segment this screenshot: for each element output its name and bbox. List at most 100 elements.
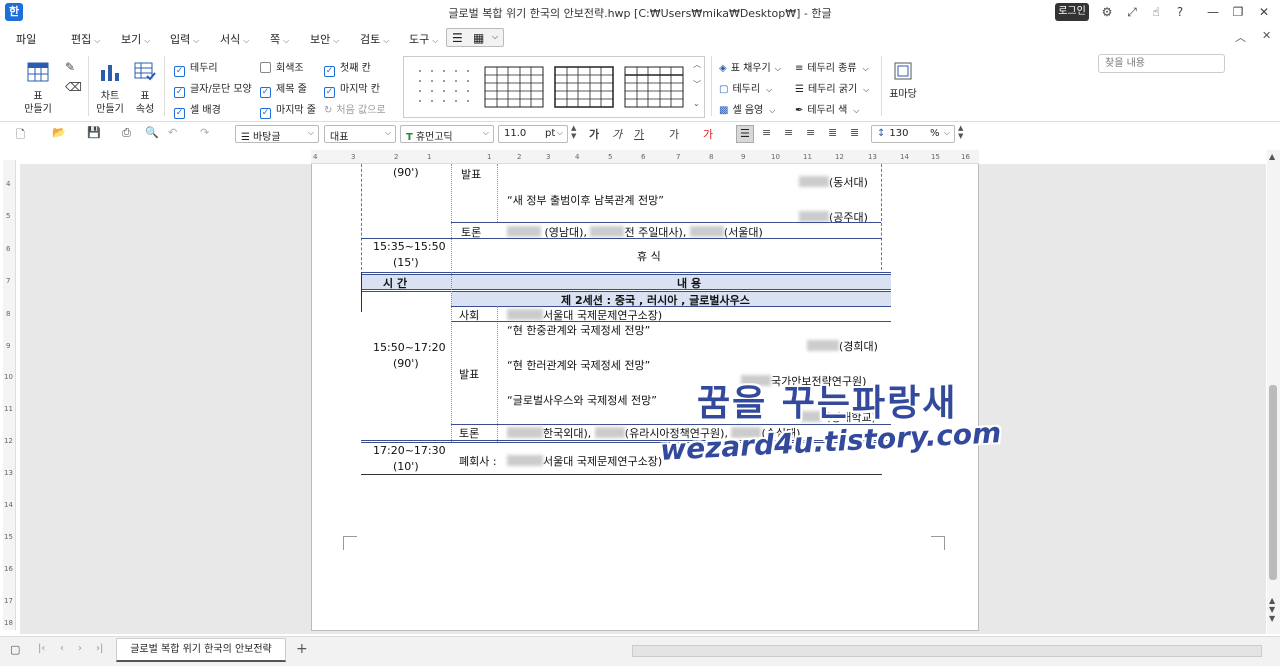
hangul-app-icon: 한: [5, 3, 23, 21]
vertical-ruler[interactable]: 4 5 6 7 8 9 10 11 12 13 14 15 16 17 18: [3, 160, 16, 630]
add-tab-icon[interactable]: +: [296, 641, 308, 657]
strike-icon[interactable]: 가: [669, 126, 679, 142]
border-color-button[interactable]: ✒ 테두리 색 ⌵: [795, 101, 859, 116]
bold-icon[interactable]: 가: [589, 126, 599, 142]
column-divider: [451, 272, 452, 442]
menu-security-label: 보안: [310, 33, 331, 46]
menu-insert[interactable]: 입력 ⌵: [170, 31, 199, 47]
gallery-more-icon[interactable]: ⌄: [693, 99, 700, 108]
help-icon[interactable]: ?: [1170, 3, 1190, 21]
align-center-icon[interactable]: ≡: [784, 126, 793, 139]
menu-review[interactable]: 검토 ⌵: [360, 31, 389, 47]
border-thick-button[interactable]: ☰ 테두리 굵기 ⌵: [795, 80, 869, 95]
style-grid[interactable]: [484, 65, 544, 109]
border-type-button[interactable]: ≡ 테두리 종류 ⌵: [795, 59, 869, 74]
style-grid-thick[interactable]: [624, 65, 684, 109]
font-size-select[interactable]: 11.0 pt ⌵: [498, 125, 568, 143]
expand-icon[interactable]: ⤢: [1122, 3, 1142, 21]
style-select[interactable]: ☰ 바탕글 ⌵: [235, 125, 319, 143]
preview-icon[interactable]: 🔍: [145, 126, 159, 139]
check-title-row[interactable]: ✓ 제목 줄: [260, 80, 307, 98]
check-cell-bg[interactable]: ✓ 셀 배경: [174, 101, 221, 119]
italic-icon[interactable]: 가: [612, 126, 622, 142]
open-folder-icon[interactable]: 📂: [52, 126, 66, 139]
close-icon[interactable]: ✕: [1254, 3, 1274, 21]
hand-icon[interactable]: ☝: [1146, 3, 1166, 21]
fill-icon: ◈: [719, 63, 727, 74]
size-stepper-icon[interactable]: ▲ ▼: [571, 124, 576, 140]
prev-page-icon[interactable]: ‹: [60, 643, 64, 654]
save-icon[interactable]: 💾: [87, 126, 101, 139]
underline-icon[interactable]: 가: [634, 126, 644, 142]
style-dotted[interactable]: [414, 65, 474, 109]
table-create-button[interactable]: 표 만들기: [18, 62, 58, 116]
menu-page[interactable]: 쪽 ⌵: [270, 31, 289, 47]
close-ribbon-icon[interactable]: ✕: [1262, 29, 1271, 42]
reset-button[interactable]: ↻ 처음 값으로: [324, 101, 386, 116]
menu-file[interactable]: 파일: [16, 31, 36, 47]
check-last-col[interactable]: ✓ 마지막 칸: [324, 80, 380, 98]
sheet-list-icon[interactable]: ▢: [10, 643, 20, 656]
gallery-down-icon[interactable]: ﹀: [693, 79, 701, 90]
font-select[interactable]: T 휴먼고딕 ⌵: [400, 125, 494, 143]
menu-format[interactable]: 서식 ⌵: [220, 31, 249, 47]
table-props-button[interactable]: 표 속성: [130, 62, 160, 116]
font-value: 휴먼고딕: [415, 132, 453, 143]
check-first-col-label: 첫째 칸: [340, 63, 371, 74]
restore-icon[interactable]: ❐: [1228, 3, 1248, 21]
align-justify-button[interactable]: ☰: [736, 125, 754, 143]
menu-tools[interactable]: 도구 ⌵: [409, 31, 438, 47]
new-doc-icon[interactable]: 🗋: [16, 126, 25, 145]
chevron-down-icon: ⌵: [384, 128, 391, 137]
speech-title: “글로벌사우스와 국제정세 전망”: [507, 394, 657, 407]
align-distribute-icon[interactable]: ≣: [828, 126, 837, 139]
horizontal-ruler[interactable]: 4 3 2 1 1 2 3 4 5 6 7 8 9 10 11 12 13 14…: [311, 150, 979, 164]
undo-icon[interactable]: ↶: [168, 126, 177, 139]
last-page-icon[interactable]: ›|: [96, 643, 103, 654]
menu-edit[interactable]: 편집 ⌵: [71, 31, 100, 47]
chart-create-button[interactable]: 차트 만들기: [93, 62, 127, 116]
chevron-down-icon: ⌵: [243, 36, 250, 45]
cell-shade-button[interactable]: ▩ 셀 음영 ⌵: [719, 101, 775, 116]
align-right-icon[interactable]: ≡: [806, 126, 815, 139]
chevron-down-icon: ⌵: [766, 85, 773, 94]
table-fill-button[interactable]: ◈ 표 채우기 ⌵: [719, 59, 781, 74]
outline-value: 대표: [330, 132, 349, 143]
table-border: [361, 272, 362, 312]
login-button[interactable]: 로그인: [1055, 3, 1089, 21]
check-last-row[interactable]: ✓ 마지막 줄: [260, 101, 316, 119]
gallery-up-icon[interactable]: ︿: [693, 59, 701, 70]
border-button[interactable]: ▢ 테두리 ⌵: [719, 80, 772, 95]
outline-select[interactable]: 대표 ⌵: [324, 125, 396, 143]
table-tab-group[interactable]: ☰ ▦ ⌵: [446, 28, 504, 47]
eraser-icon[interactable]: ⌫: [65, 80, 82, 94]
line-spacing-value: 130: [889, 128, 909, 139]
table-margin-button[interactable]: 표마당: [886, 62, 920, 101]
next-page-icon[interactable]: ›: [78, 643, 82, 654]
line-spacing-select[interactable]: ↕ 130% ⌵: [871, 125, 955, 143]
check-first-col[interactable]: ✓ 첫째 칸: [324, 59, 371, 77]
first-page-icon[interactable]: |‹: [38, 643, 45, 654]
check-font-para[interactable]: ✓ 글자/문단 모양: [174, 80, 252, 98]
style-grid-double[interactable]: [554, 65, 614, 109]
horizontal-scrollbar[interactable]: [632, 645, 1262, 657]
align-split-icon[interactable]: ≣: [850, 126, 859, 139]
menu-security[interactable]: 보안 ⌵: [310, 31, 339, 47]
check-grayscale[interactable]: 회색조: [260, 59, 304, 74]
redo-icon[interactable]: ↷: [200, 126, 209, 139]
align-left-icon[interactable]: ≡: [762, 126, 771, 139]
menu-view[interactable]: 보기 ⌵: [121, 31, 150, 47]
font-color-icon[interactable]: 가: [703, 126, 713, 142]
ls-stepper-icon[interactable]: ▲ ▼: [958, 124, 963, 140]
redacted-name: [590, 226, 625, 237]
table-edit-icon[interactable]: ✎: [65, 60, 75, 74]
document-tab[interactable]: 글로벌 복합 위기 한국의 안보전략: [116, 638, 286, 662]
scroll-thumb[interactable]: [1269, 385, 1277, 580]
page-nav-icons[interactable]: ▲ ▼ ▼: [1269, 596, 1275, 623]
check-border[interactable]: ✓ 테두리: [174, 59, 218, 77]
minimize-icon[interactable]: —: [1203, 3, 1223, 21]
gear-icon[interactable]: ⚙: [1097, 3, 1117, 21]
scroll-up-icon[interactable]: ▲: [1269, 152, 1275, 161]
print-icon[interactable]: ⎙: [122, 126, 131, 140]
chevron-up-icon[interactable]: ︿: [1235, 29, 1246, 45]
